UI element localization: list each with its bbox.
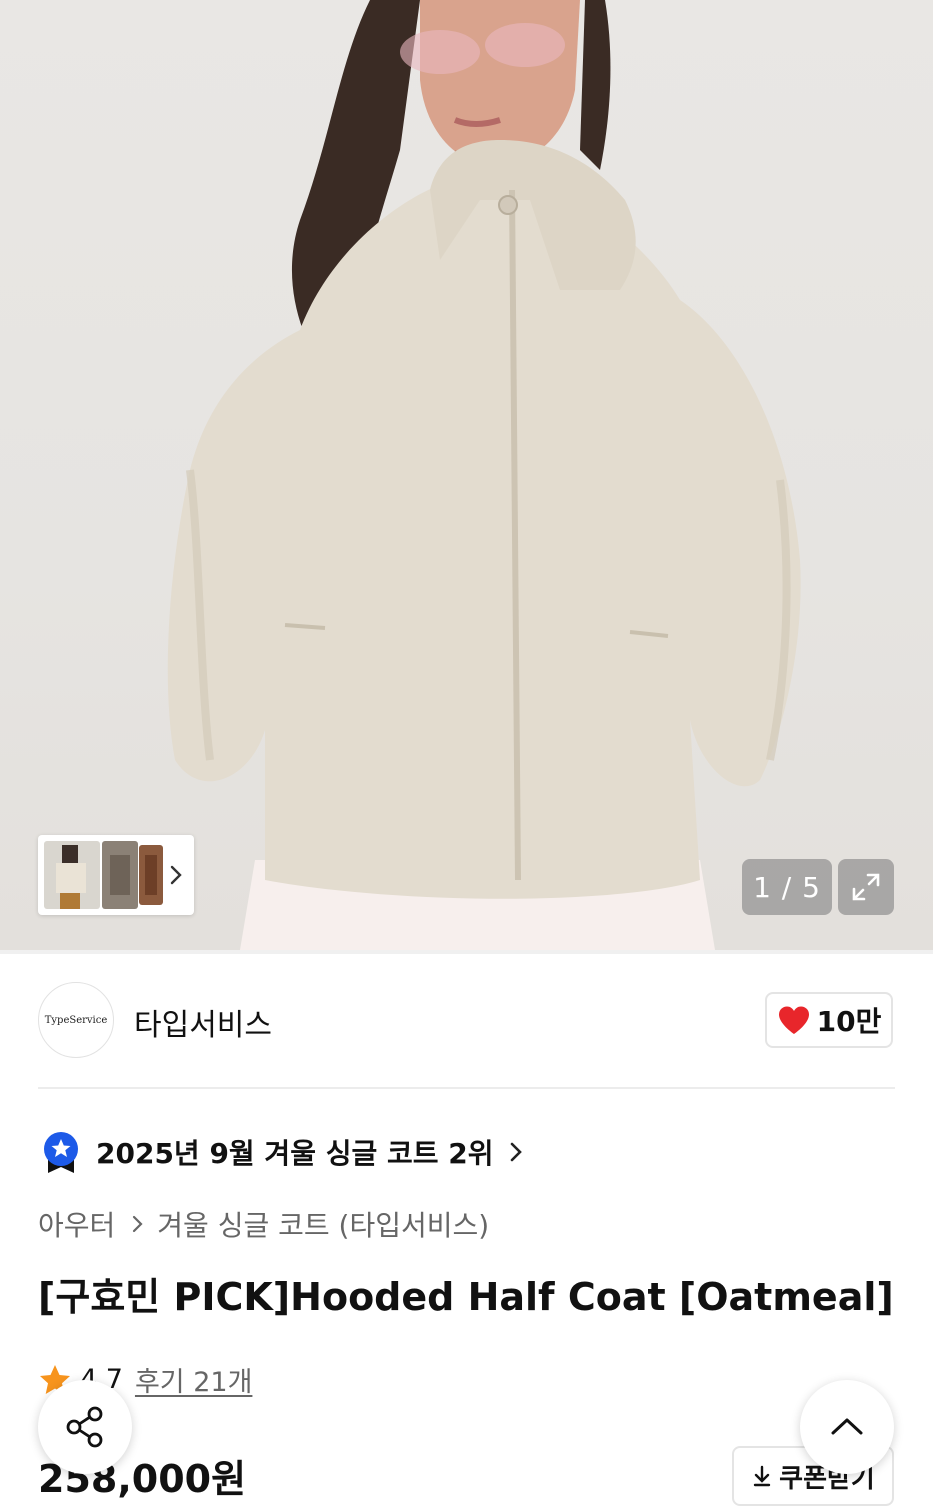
thumbnail-3[interactable] [139,845,163,905]
product-image-gallery[interactable]: 1 / 5 [0,0,933,950]
brand-logo[interactable]: TypeService [38,982,114,1058]
product-title: [구효민 PICK]Hooded Half Coat [Oatmeal] [38,1275,894,1319]
heart-icon [778,1006,809,1034]
product-photo [167,0,801,950]
share-button[interactable] [38,1380,132,1474]
review-count-link[interactable]: 후기 21개 [135,1360,252,1399]
download-icon [753,1465,771,1487]
expand-icon [852,873,880,901]
thumbnail-1[interactable] [44,841,100,909]
brand-name[interactable]: 타입서비스 [134,1000,272,1044]
ranking-text: 2025년 9월 겨울 싱글 코트 2위 [96,1137,494,1170]
ranking-badge-icon [44,1132,78,1173]
thumbnail-2[interactable] [102,841,138,909]
brand-logo-text: TypeService [44,1014,108,1026]
breadcrumb-item-category[interactable]: 겨울 싱글 코트 (타입서비스) [157,1204,489,1244]
breadcrumb: 아우터 겨울 싱글 코트 (타입서비스) [38,1204,489,1244]
divider [0,950,933,954]
scroll-to-top-button[interactable] [800,1380,894,1474]
chevron-right-icon[interactable] [166,861,186,889]
share-icon [66,1406,103,1448]
thumbnail-strip[interactable] [38,835,194,915]
chevron-right-icon [133,1215,143,1233]
like-count: 10만 [816,1005,882,1038]
expand-button[interactable] [838,859,894,915]
image-counter: 1 / 5 [742,859,832,915]
divider [38,1087,895,1089]
breadcrumb-item-outer[interactable]: 아우터 [38,1204,115,1244]
like-button[interactable]: 10만 [765,992,893,1048]
ranking-link[interactable]: 2025년 9월 겨울 싱글 코트 2위 [38,1128,525,1176]
chevron-up-icon [831,1418,863,1435]
chevron-right-icon [511,1142,523,1162]
